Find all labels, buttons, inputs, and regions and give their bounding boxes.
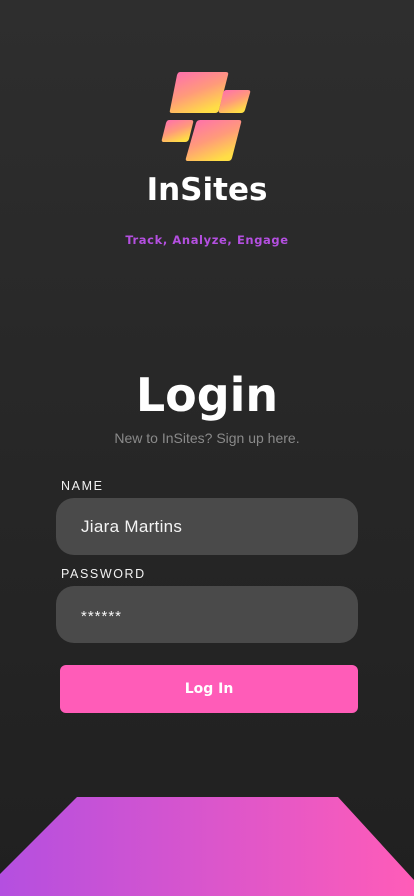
name-field-value: Jiara Martins xyxy=(81,516,183,536)
tiles-logo-icon xyxy=(161,72,251,161)
page-title: Login xyxy=(135,368,279,422)
name-field[interactable]: Jiara Martins xyxy=(56,498,358,555)
name-label: NAME xyxy=(61,479,104,493)
footer-decoration xyxy=(0,797,414,896)
app-name: InSites xyxy=(146,172,268,208)
signup-link[interactable]: New to InSites? Sign up here. xyxy=(0,430,414,446)
login-button[interactable]: Log In xyxy=(60,665,358,713)
password-field-value: ****** xyxy=(81,608,123,625)
app-tagline: Track, Analyze, Engage xyxy=(125,233,289,247)
password-label: PASSWORD xyxy=(61,567,146,581)
login-button-label: Log In xyxy=(184,681,234,697)
password-field[interactable]: ****** xyxy=(56,586,358,643)
